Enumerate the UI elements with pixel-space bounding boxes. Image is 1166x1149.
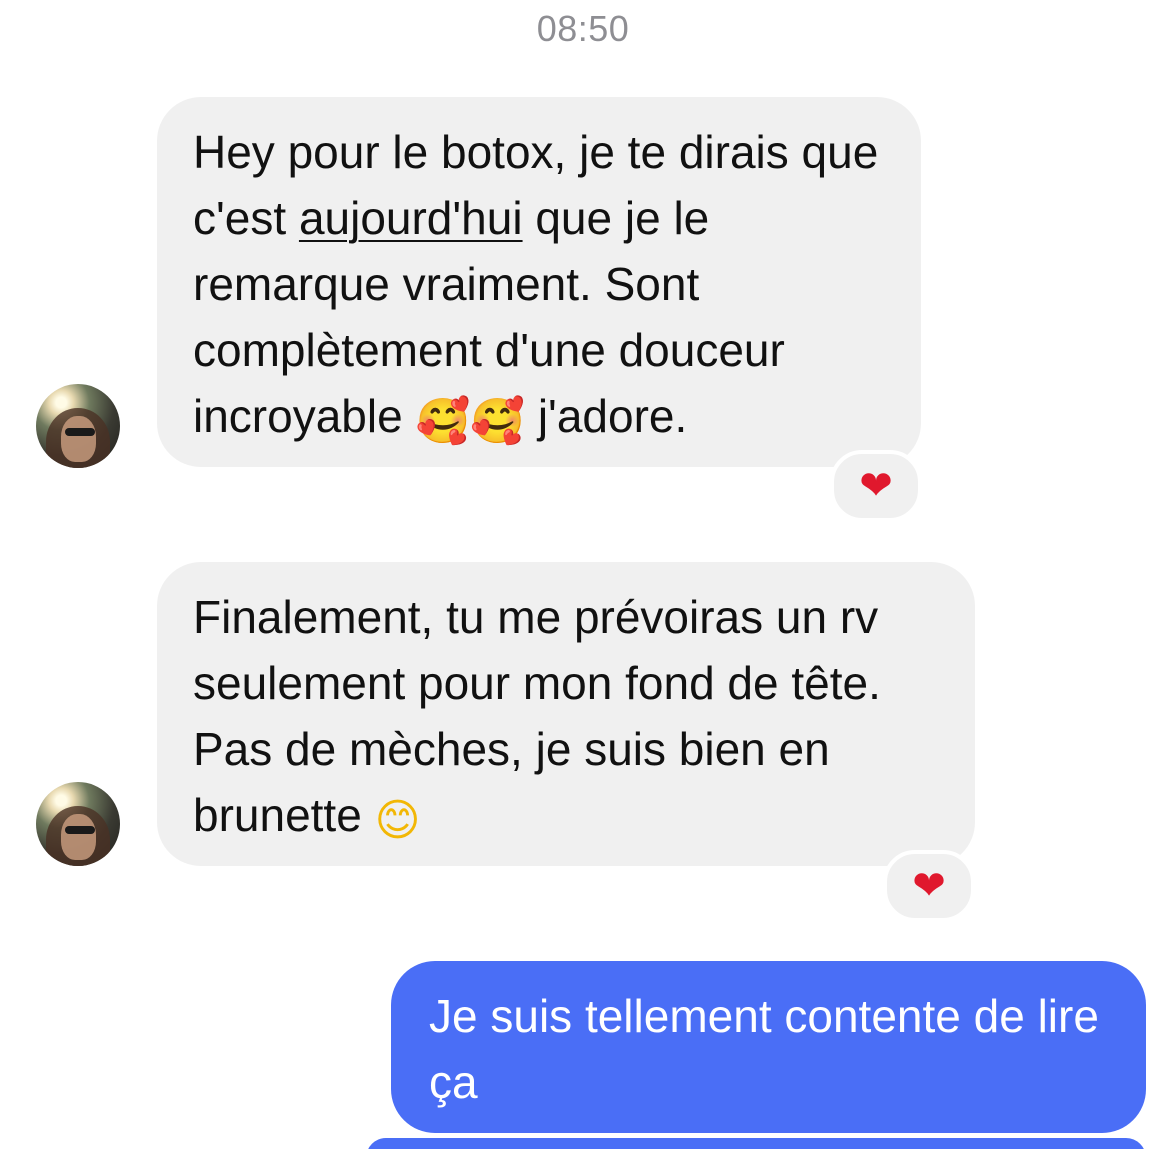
contact-avatar[interactable]	[36, 782, 120, 866]
message-timestamp: 08:50	[536, 8, 630, 49]
message-text: Je suis tellement contente de lire ça	[429, 990, 1099, 1108]
contact-avatar[interactable]	[36, 384, 120, 468]
avatar-face	[61, 813, 97, 861]
red-heart-icon: ❤	[912, 864, 946, 908]
message-link-date[interactable]: aujourd'hui	[299, 192, 523, 244]
red-heart-icon: ❤	[859, 464, 893, 508]
smiling-face-emoji: 😊	[374, 795, 421, 846]
avatar-sunglasses	[64, 427, 95, 437]
incoming-message-bubble[interactable]: Hey pour le botox, je te dirais que c'es…	[157, 97, 921, 467]
outgoing-message-bubble[interactable]: Je suis tellement contente de lire ça	[391, 961, 1146, 1133]
smiling-face-with-hearts-emoji: 🥰	[470, 396, 526, 447]
avatar-face	[61, 415, 97, 463]
outgoing-message-bubble-partial[interactable]	[366, 1138, 1146, 1149]
message-text: j'adore.	[525, 390, 688, 442]
incoming-message-bubble[interactable]: Finalement, tu me prévoiras un rv seulem…	[157, 562, 975, 866]
chat-thread: 08:50 Hey pour le botox, je te dirais qu…	[0, 0, 1166, 1149]
message-text: Finalement, tu me prévoiras un rv seulem…	[193, 591, 881, 841]
heart-reaction[interactable]: ❤	[883, 850, 975, 922]
avatar-sunglasses	[64, 825, 95, 835]
smiling-face-with-hearts-emoji: 🥰	[415, 396, 471, 447]
heart-reaction[interactable]: ❤	[830, 450, 922, 522]
